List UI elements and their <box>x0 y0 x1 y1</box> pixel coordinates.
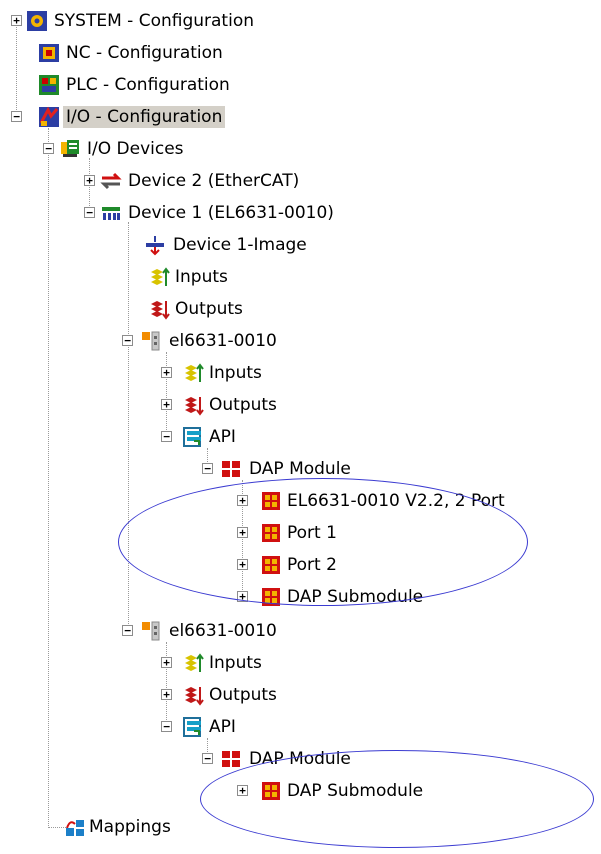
network-device-icon <box>102 207 120 220</box>
tree-item-box-2-api[interactable]: − API <box>0 713 360 741</box>
tree-item-box-1[interactable]: − el6631-0010 <box>0 327 360 355</box>
api-icon <box>183 717 201 737</box>
ethercat-device-icon <box>100 172 122 190</box>
expand-plus-icon[interactable]: + <box>161 367 172 378</box>
tree-item-label: Mappings <box>89 817 171 837</box>
tree-item-label: Outputs <box>209 685 277 705</box>
highlight-ellipse <box>200 750 594 848</box>
terminal-box-icon <box>142 621 160 641</box>
tree-item-label: Device 1-Image <box>173 235 307 255</box>
outputs-icon <box>151 301 170 320</box>
api-icon <box>183 427 201 447</box>
tree-item-label: DAP Module <box>249 459 351 479</box>
tree-item-label: Inputs <box>175 267 228 287</box>
tree-item-nc[interactable]: NC - Configuration <box>0 39 300 67</box>
tree-item-label: Inputs <box>209 363 262 383</box>
tree-item-box-2[interactable]: − el6631-0010 <box>0 617 360 645</box>
tree-item-device-1-image[interactable]: Device 1-Image <box>0 231 360 259</box>
tree-item-box-1-inputs[interactable]: + Inputs <box>0 359 360 387</box>
tree-item-label: Inputs <box>209 653 262 673</box>
terminal-box-icon <box>142 331 160 351</box>
inputs-icon <box>151 267 170 286</box>
inputs-icon <box>185 653 204 672</box>
expand-plus-icon[interactable]: + <box>161 657 172 668</box>
tree-item-label: PLC - Configuration <box>66 75 230 95</box>
inputs-icon <box>185 363 204 382</box>
tree-item-plc[interactable]: PLC - Configuration <box>0 71 300 99</box>
tree-item-label: el6631-0010 <box>169 621 277 641</box>
tree-item-label: I/O Devices <box>87 139 184 159</box>
expand-plus-icon[interactable]: + <box>161 399 172 410</box>
collapse-minus-icon[interactable]: − <box>202 753 213 764</box>
outputs-icon <box>185 397 204 416</box>
collapse-minus-icon[interactable]: − <box>161 721 172 732</box>
tree-item-box-2-inputs[interactable]: + Inputs <box>0 649 360 677</box>
tree-item-label: Device 1 (EL6631-0010) <box>128 203 334 223</box>
tree-item-label: Device 2 (EtherCAT) <box>128 171 300 191</box>
tree-item-label: NC - Configuration <box>66 43 223 63</box>
tree-item-device-1[interactable]: − Device 1 (EL6631-0010) <box>0 199 360 227</box>
process-image-icon <box>146 236 164 256</box>
tree-item-label: Outputs <box>175 299 243 319</box>
plc-icon <box>39 75 59 95</box>
tree-item-label: el6631-0010 <box>169 331 277 351</box>
nc-axis-icon <box>39 44 59 62</box>
tree-item-device-1-inputs[interactable]: Inputs <box>0 263 360 291</box>
collapse-minus-icon[interactable]: − <box>84 207 95 218</box>
tree-item-label: API <box>209 717 236 737</box>
io-devices-icon <box>61 140 79 157</box>
collapse-minus-icon[interactable]: − <box>43 143 54 154</box>
expand-plus-icon[interactable]: + <box>11 15 22 26</box>
tree-item-box-2-outputs[interactable]: + Outputs <box>0 681 360 709</box>
tree-item-label: API <box>209 427 236 447</box>
collapse-minus-icon[interactable]: − <box>202 463 213 474</box>
highlight-ellipse <box>118 478 528 606</box>
collapse-minus-icon[interactable]: − <box>122 625 133 636</box>
dap-module-icon <box>222 461 240 477</box>
tree-item-system[interactable]: + SYSTEM - Configuration <box>0 7 300 35</box>
io-configuration-icon <box>39 106 59 127</box>
expand-plus-icon[interactable]: + <box>84 175 95 186</box>
dap-module-icon <box>222 751 240 767</box>
mappings-icon <box>66 820 84 836</box>
tree-item-box-1-outputs[interactable]: + Outputs <box>0 391 360 419</box>
tree-item-io-devices[interactable]: − I/O Devices <box>0 135 300 163</box>
expand-plus-icon[interactable]: + <box>161 689 172 700</box>
io-tree-view[interactable]: + SYSTEM - Configuration NC - Configurat… <box>0 0 601 854</box>
tree-item-box-1-api[interactable]: − API <box>0 423 360 451</box>
tree-item-device-1-outputs[interactable]: Outputs <box>0 295 360 323</box>
system-gear-icon <box>27 11 47 31</box>
outputs-icon <box>185 687 204 706</box>
tree-item-label: Outputs <box>209 395 277 415</box>
collapse-minus-icon[interactable]: − <box>11 111 22 122</box>
collapse-minus-icon[interactable]: − <box>122 335 133 346</box>
tree-item-device-2[interactable]: + Device 2 (EtherCAT) <box>0 167 320 195</box>
collapse-minus-icon[interactable]: − <box>161 431 172 442</box>
tree-item-io-configuration[interactable]: − I/O - Configuration <box>0 103 300 131</box>
tree-item-label: SYSTEM - Configuration <box>54 11 254 31</box>
tree-item-label: I/O - Configuration <box>63 106 226 128</box>
